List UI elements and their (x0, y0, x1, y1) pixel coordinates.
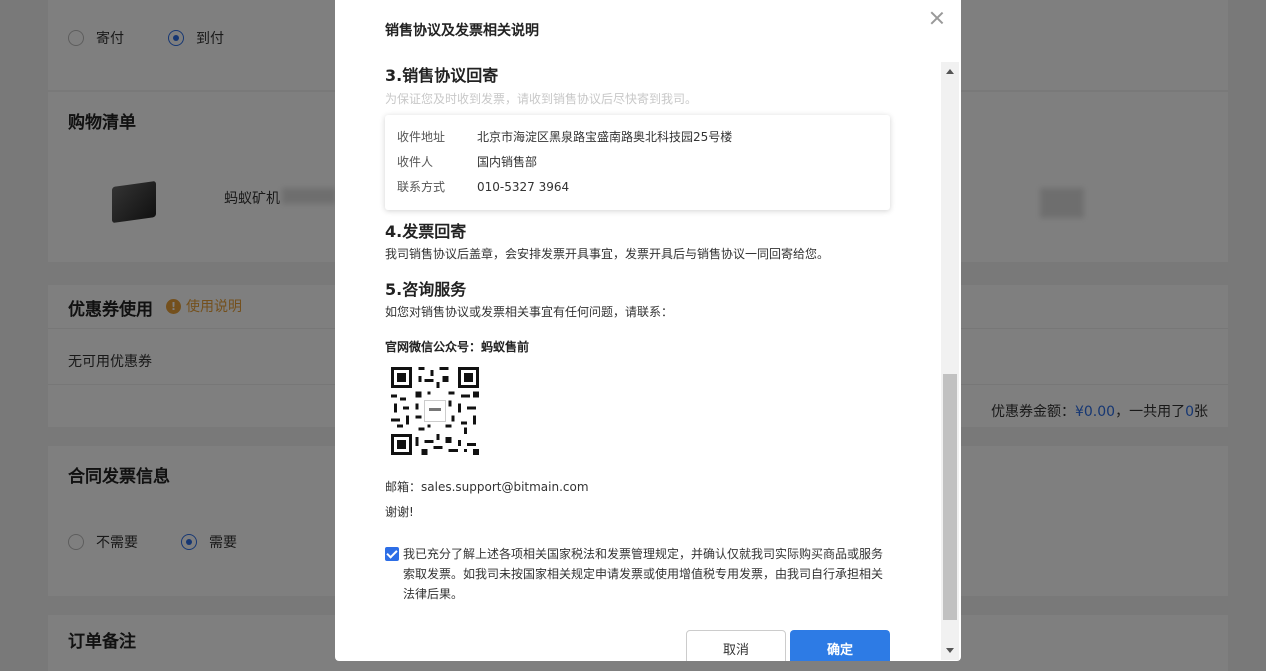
section3-hint: 为保证您及时收到发票，请收到销售协议后尽快寄到我司。 (385, 92, 698, 106)
section5-text: 如您对销售协议或发票相关事宜有任何问题，请联系： (385, 305, 674, 319)
address-label: 收件地址 (397, 130, 446, 144)
agreement-row[interactable]: 我已充分了解上述各项相关国家税法和发票管理规定，并确认仅就我司实际购买商品或服务… (385, 544, 891, 604)
invoice-agreement-modal: 销售协议及发票相关说明 3.销售协议回寄 为保证您及时收到发票，请收到销售协议后… (335, 0, 961, 661)
contact-value: 010-5327 3964 (477, 180, 570, 194)
contact-email: 邮箱：sales.support@bitmain.com (385, 480, 589, 494)
thanks-text: 谢谢! (385, 505, 414, 519)
section3-heading: 3.销售协议回寄 (385, 66, 499, 85)
close-icon[interactable] (927, 8, 947, 28)
modal-title: 销售协议及发票相关说明 (385, 23, 539, 39)
confirm-button[interactable]: 确定 (790, 630, 890, 661)
cancel-button[interactable]: 取消 (686, 630, 786, 661)
contact-label: 联系方式 (397, 180, 446, 194)
scroll-thumb[interactable] (943, 374, 957, 620)
recipient-label: 收件人 (397, 155, 434, 169)
section5-heading: 5.咨询服务 (385, 280, 467, 299)
wechat-account: 官网微信公众号：蚂蚁售前 (385, 340, 530, 354)
address-box: 收件地址 北京市海淀区黑泉路宝盛南路奥北科技园25号楼 收件人 国内销售部 联系… (385, 115, 890, 210)
scroll-down-icon[interactable] (946, 648, 954, 653)
address-row: 收件地址 北京市海淀区黑泉路宝盛南路奥北科技园25号楼 (397, 125, 878, 150)
agreement-text: 我已充分了解上述各项相关国家税法和发票管理规定，并确认仅就我司实际购买商品或服务… (403, 547, 884, 601)
contact-row: 联系方式 010-5327 3964 (397, 175, 878, 200)
scroll-up-icon[interactable] (946, 69, 954, 74)
section4-heading: 4.发票回寄 (385, 222, 467, 241)
section4-text: 我司销售协议后盖章，会安排发票开具事宜，发票开具后与销售协议一同回寄给您。 (385, 247, 830, 261)
modal-scrollbar[interactable] (941, 62, 959, 660)
modal-body: 3.销售协议回寄 为保证您及时收到发票，请收到销售协议后尽快寄到我司。 收件地址… (385, 64, 891, 604)
qr-code-icon (391, 367, 479, 455)
recipient-value: 国内销售部 (477, 155, 538, 169)
address-value: 北京市海淀区黑泉路宝盛南路奥北科技园25号楼 (477, 130, 733, 144)
agreement-checkbox[interactable] (385, 547, 399, 561)
recipient-row: 收件人 国内销售部 (397, 150, 878, 175)
